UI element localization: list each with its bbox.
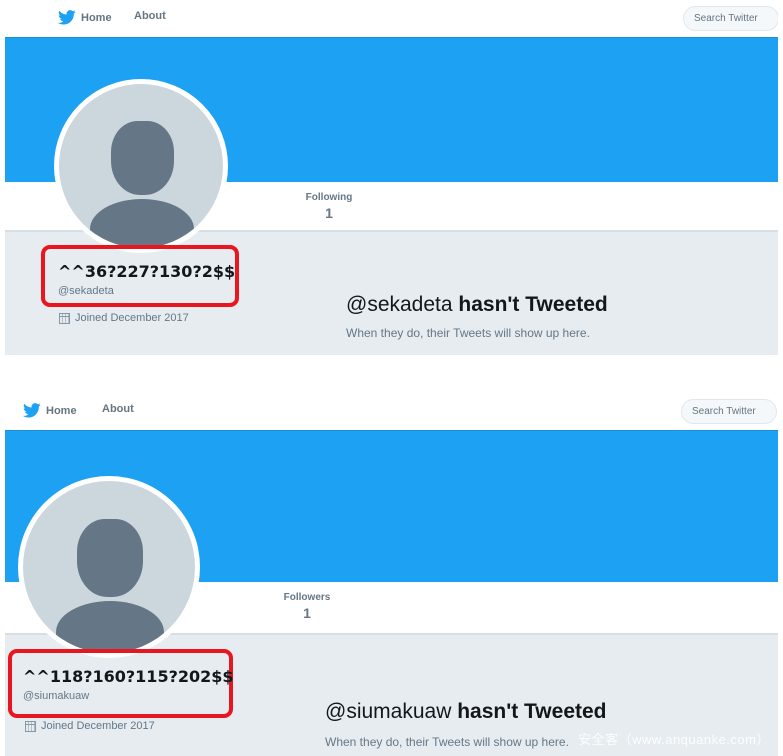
profile-screen-name[interactable]: @sekadeta [58, 285, 114, 297]
profile-display-name: ^^118?160?115?202$$ [23, 667, 234, 686]
nav-home[interactable]: Home [23, 403, 77, 418]
profile-screenshot-1: Home About Search Twitter Following 1 ^^… [5, 0, 778, 355]
empty-state-suffix: hasn't Tweeted [457, 700, 607, 723]
avatar[interactable] [54, 79, 228, 253]
search-input[interactable]: Search Twitter [681, 399, 777, 424]
default-avatar-icon [59, 84, 223, 248]
top-nav: Home About Search Twitter [5, 393, 778, 430]
profile-display-name: ^^36?227?130?2$$ [58, 262, 236, 281]
profile-screen-name[interactable]: @siumakuaw [23, 690, 89, 702]
nav-about[interactable]: About [134, 10, 166, 22]
empty-state-handle: @siumakuaw [325, 700, 452, 723]
empty-state-suffix: hasn't Tweeted [458, 293, 608, 316]
nav-home[interactable]: Home [58, 10, 112, 25]
nav-about-label: About [102, 403, 134, 415]
nav-about-label: About [134, 10, 166, 22]
avatar[interactable] [18, 476, 200, 658]
empty-state-subtitle: When they do, their Tweets will show up … [325, 735, 569, 749]
calendar-icon [25, 720, 36, 732]
stat-label: Followers [283, 592, 331, 603]
stat-following[interactable]: Following 1 [300, 192, 358, 221]
stat-value: 1 [325, 205, 333, 221]
twitter-bird-icon [23, 403, 41, 418]
calendar-icon [59, 312, 70, 324]
stat-value: 1 [303, 605, 311, 621]
nav-home-label: Home [46, 404, 77, 417]
twitter-bird-icon [58, 10, 76, 25]
empty-state-handle: @sekadeta [346, 293, 453, 316]
joined-text: Joined December 2017 [41, 720, 155, 732]
search-input[interactable]: Search Twitter [683, 6, 778, 31]
nav-about[interactable]: About [102, 403, 134, 415]
empty-state-title: @siumakuaw hasn't Tweeted [325, 700, 607, 724]
default-avatar-icon [23, 481, 195, 653]
stat-label: Following [305, 192, 353, 203]
empty-state-title: @sekadeta hasn't Tweeted [346, 293, 608, 317]
profile-screenshot-2: Home About Search Twitter Followers 1 ^^… [5, 393, 778, 756]
top-nav: Home About Search Twitter [5, 0, 778, 37]
empty-state-subtitle: When they do, their Tweets will show up … [346, 326, 590, 340]
profile-joined: Joined December 2017 [25, 720, 155, 732]
nav-home-label: Home [81, 11, 112, 24]
stat-followers[interactable]: Followers 1 [277, 592, 337, 621]
joined-text: Joined December 2017 [75, 312, 189, 324]
profile-joined: Joined December 2017 [59, 312, 189, 324]
watermark: 安全客（www.anquanke.com） [578, 732, 770, 747]
